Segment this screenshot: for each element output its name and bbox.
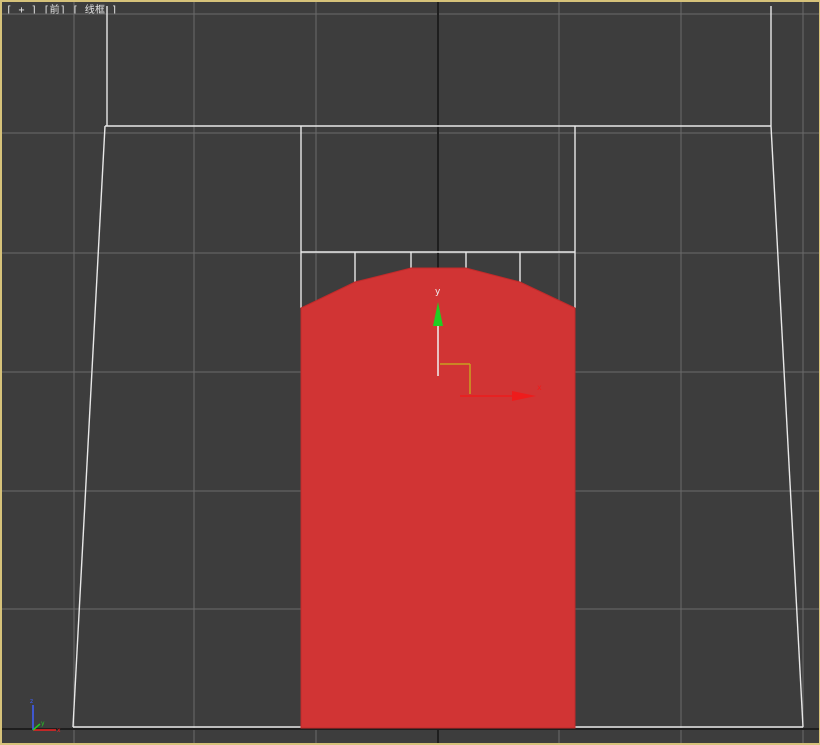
tripod-label-z: z (30, 698, 33, 705)
gizmo-x-label: x (537, 383, 542, 392)
tripod-label-y: y (41, 720, 45, 727)
gizmo-y-label: y (435, 287, 441, 297)
viewport-canvas[interactable]: y x x y z (2, 2, 820, 745)
wire-edge (770, 125, 804, 728)
tripod-label-x: x (57, 727, 61, 734)
wire-edge (72, 125, 106, 728)
front-viewport[interactable]: [ + ] [前] [ 线框 ] y x x y z (0, 0, 820, 745)
